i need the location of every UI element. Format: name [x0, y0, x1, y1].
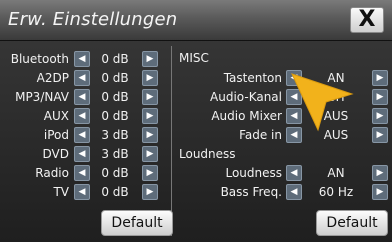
row-label: TV: [53, 185, 69, 199]
left-arrow-icon[interactable]: ◀: [74, 127, 90, 143]
left-arrow-icon[interactable]: ◀: [74, 51, 90, 67]
row-label: Fade in: [239, 128, 282, 142]
row-radio: Radio ◀ 0 dB ▶: [3, 164, 169, 182]
row-bass-freq: Bass Freq. ◀ 60 Hz ▶: [176, 183, 390, 201]
right-arrow-icon[interactable]: ▶: [142, 165, 158, 181]
row-label: Bass Freq.: [220, 185, 282, 199]
close-icon: X: [358, 7, 376, 32]
left-arrow-icon[interactable]: ◀: [74, 165, 90, 181]
row-label: A2DP: [36, 71, 69, 85]
left-arrow-icon[interactable]: ◀: [286, 184, 302, 200]
left-arrow-icon[interactable]: ◀: [286, 165, 302, 181]
left-arrow-icon[interactable]: ◀: [74, 184, 90, 200]
row-label: MP3/NAV: [15, 90, 69, 104]
right-arrow-icon[interactable]: ▶: [372, 108, 388, 124]
row-ipod: iPod ◀ 3 dB ▶: [3, 126, 169, 144]
row-value: 60 Hz: [318, 185, 354, 199]
left-arrow-icon[interactable]: ◀: [74, 89, 90, 105]
right-arrow-icon[interactable]: ▶: [372, 127, 388, 143]
left-arrow-icon[interactable]: ◀: [74, 146, 90, 162]
row-mp3nav: MP3/NAV ◀ 0 dB ▶: [3, 88, 169, 106]
row-value: 0 dB: [101, 90, 129, 104]
default-button-left[interactable]: Default: [101, 210, 173, 236]
right-arrow-icon[interactable]: ▶: [142, 108, 158, 124]
right-arrow-icon[interactable]: ▶: [142, 127, 158, 143]
close-button[interactable]: X: [350, 7, 384, 33]
row-audio-mixer: Audio Mixer ◀ AUS ▶: [176, 107, 390, 125]
right-arrow-icon[interactable]: ▶: [372, 70, 388, 86]
misc-header: MISC: [179, 51, 209, 65]
row-label: Bluetooth: [10, 52, 69, 66]
row-bluetooth: Bluetooth ◀ 0 dB ▶: [3, 50, 169, 68]
right-arrow-icon[interactable]: ▶: [372, 165, 388, 181]
right-arrow-icon[interactable]: ▶: [372, 184, 388, 200]
default-button-right[interactable]: Default: [316, 210, 388, 236]
row-value: 0 dB: [101, 185, 129, 199]
row-value: 0 dB: [101, 166, 129, 180]
row-tv: TV ◀ 0 dB ▶: [3, 183, 169, 201]
row-a2dp: A2DP ◀ 0 dB ▶: [3, 69, 169, 87]
row-label: Tastenton: [223, 71, 282, 85]
row-label: Audio-Kanal: [210, 90, 282, 104]
page-title: Erw. Einstellungen: [8, 9, 178, 30]
right-arrow-icon[interactable]: ▶: [142, 146, 158, 162]
right-arrow-icon[interactable]: ▶: [142, 184, 158, 200]
settings-screen: Erw. Einstellungen X Bluetooth ◀ 0 dB ▶ …: [0, 0, 392, 242]
row-label: Loudness: [225, 166, 282, 180]
row-loudness: Loudness ◀ AN ▶: [176, 164, 390, 182]
row-audio-kanal: Audio-Kanal ◀ BH ▶: [176, 88, 390, 106]
row-label: Audio Mixer: [211, 109, 282, 123]
right-arrow-icon[interactable]: ▶: [372, 89, 388, 105]
loudness-header: Loudness: [179, 147, 236, 161]
volume-panel: Bluetooth ◀ 0 dB ▶ A2DP ◀ 0 dB ▶ MP3/NAV…: [3, 44, 173, 236]
divider: [171, 46, 172, 236]
right-arrow-icon[interactable]: ▶: [142, 89, 158, 105]
row-fade-in: Fade in ◀ AUS ▶: [176, 126, 390, 144]
row-dvd: DVD ◀ 3 dB ▶: [3, 145, 169, 163]
row-tastenton: Tastenton ◀ AN ▶: [176, 69, 390, 87]
pointer-arrow-icon: [291, 73, 354, 132]
row-value: 0 dB: [101, 109, 129, 123]
right-arrow-icon[interactable]: ▶: [142, 70, 158, 86]
right-arrow-icon[interactable]: ▶: [142, 51, 158, 67]
left-arrow-icon[interactable]: ◀: [74, 108, 90, 124]
row-label: iPod: [43, 128, 69, 142]
row-label: AUX: [43, 109, 69, 123]
title-bar: Erw. Einstellungen X: [0, 0, 392, 41]
row-value: 3 dB: [101, 147, 129, 161]
left-arrow-icon[interactable]: ◀: [74, 70, 90, 86]
row-value: 0 dB: [101, 52, 129, 66]
misc-panel: MISC Tastenton ◀ AN ▶ Audio-Kanal ◀ BH ▶…: [176, 44, 390, 236]
row-label: DVD: [42, 147, 69, 161]
row-label: Radio: [35, 166, 69, 180]
row-value: AN: [327, 166, 345, 180]
row-aux: AUX ◀ 0 dB ▶: [3, 107, 169, 125]
row-value: 3 dB: [101, 128, 129, 142]
row-value: 0 dB: [101, 71, 129, 85]
